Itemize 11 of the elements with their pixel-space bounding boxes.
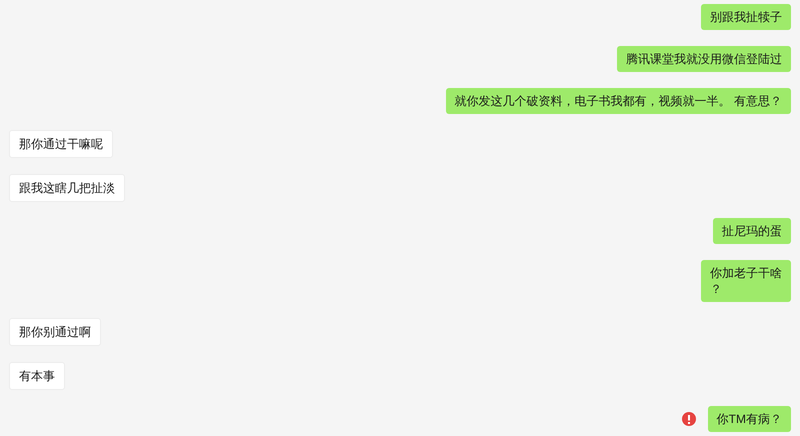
received-message-bubble: 那你通过干嘛呢 <box>9 130 113 158</box>
received-message-bubble: 那你别通过啊 <box>9 318 101 346</box>
sent-message-bubble: 你TM有病？ <box>708 406 791 432</box>
sent-message-bubble: 扯尼玛的蛋 <box>713 218 791 244</box>
error-icon[interactable] <box>682 412 696 426</box>
sent-message-bubble: 腾讯课堂我就没用微信登陆过 <box>617 46 791 72</box>
sent-message-bubble: 就你发这几个破资料，电子书我都有，视频就一半。 有意思？ <box>446 88 791 114</box>
received-message-bubble: 跟我这瞎几把扯淡 <box>9 174 125 202</box>
sent-message-bubble: 你加老子干啥 ？ <box>701 260 791 302</box>
sent-message-bubble: 别跟我扯犊子 <box>701 4 791 30</box>
received-message-bubble: 有本事 <box>9 362 65 390</box>
